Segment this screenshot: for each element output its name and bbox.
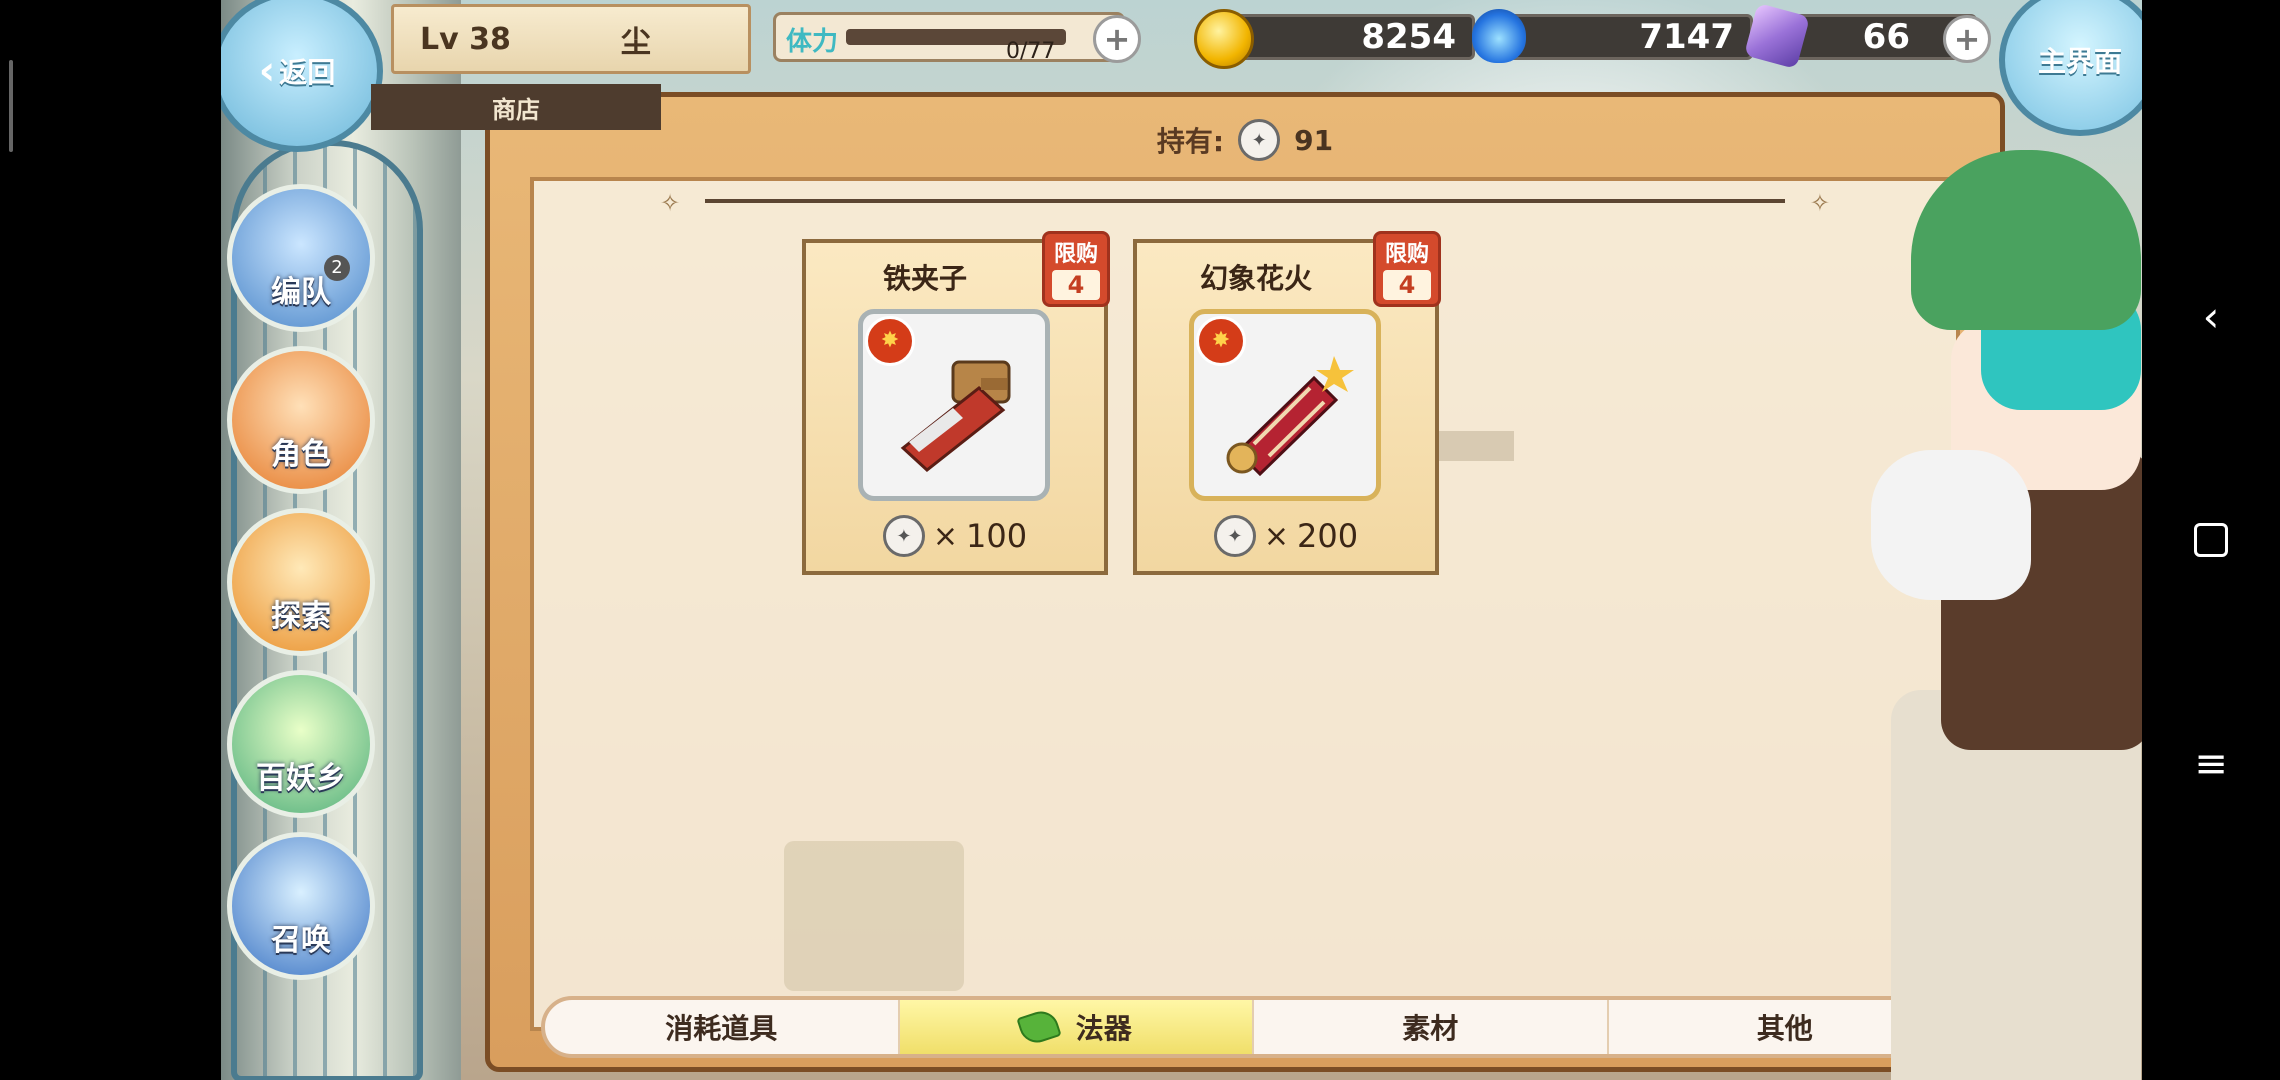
divider-ornament-right-icon: ✧ xyxy=(1809,189,1830,217)
game-screen: 持有: ✦ 91 ✧ ✧ 铁夹子 限购 4 ✸ ✦ × 100 幻象花火 限购 … xyxy=(221,0,2142,1080)
gold-currency: 8254 xyxy=(1194,9,1475,69)
shopkeeper-character xyxy=(1871,130,2142,1080)
tab-label: 其他 xyxy=(1756,1012,1813,1045)
explore-button[interactable]: 探索 xyxy=(227,508,375,656)
npc-bird xyxy=(1871,450,2031,600)
character-button[interactable]: 角色 xyxy=(227,346,375,494)
side-menu-label: 召唤 xyxy=(271,923,331,958)
item-price: ✦ × 100 xyxy=(806,515,1104,557)
system-back-button[interactable]: ‹ xyxy=(2142,276,2280,356)
limit-count: 4 xyxy=(1052,270,1100,300)
home-button[interactable]: 主界面 xyxy=(1999,0,2142,136)
iron-clip-icon xyxy=(900,360,1011,472)
crystal-value: 66 xyxy=(1862,17,1910,57)
soul-value: 7147 xyxy=(1639,17,1734,57)
shop-item-card-illusion-firework[interactable]: 幻象花火 限购 4 ✸ ✦ × 200 xyxy=(1133,231,1441,575)
shop-item-card-iron-clip[interactable]: 铁夹子 限购 4 ✸ ✦ × 100 xyxy=(802,231,1110,575)
gold-coin-icon xyxy=(1194,9,1254,69)
owned-currency: 持有: ✦ 91 xyxy=(490,117,2000,163)
village-button[interactable]: 百妖乡 xyxy=(227,670,375,818)
background-bucket xyxy=(784,841,964,991)
purchase-limit-badge: 限购 4 xyxy=(1042,231,1110,307)
crystal-icon xyxy=(1743,2,1811,70)
system-left-strip xyxy=(0,0,221,1080)
system-back-icon: ‹ xyxy=(2202,291,2220,341)
tab-label: 消耗道具 xyxy=(665,1012,778,1045)
side-menu-label: 百妖乡 xyxy=(256,761,346,796)
owned-value: 91 xyxy=(1294,123,1334,157)
stamina-value: 0/77 xyxy=(1006,39,1056,64)
item-name: 幻象花火 xyxy=(1199,262,1312,295)
side-menu-label: 角色 xyxy=(271,437,331,472)
shop-category-tabs: 消耗道具 法器 素材 其他 xyxy=(541,996,1965,1058)
plus-icon: + xyxy=(1953,20,1981,58)
tab-consumables[interactable]: 消耗道具 xyxy=(545,1000,900,1054)
limit-label: 限购 xyxy=(1053,242,1098,267)
purchase-limit-badge: 限购 4 xyxy=(1373,231,1441,307)
soul-currency: 7147 xyxy=(1472,9,1753,63)
item-icon-frame: ✸ xyxy=(858,309,1050,501)
back-label: 返回 xyxy=(279,56,336,89)
plus-icon: + xyxy=(1103,20,1131,58)
limit-count: 4 xyxy=(1383,270,1431,300)
shop-panel: 持有: ✦ 91 ✧ ✧ 铁夹子 限购 4 ✸ ✦ × 100 幻象花火 限购 … xyxy=(485,92,2005,1072)
tab-materials[interactable]: 素材 xyxy=(1254,1000,1609,1054)
add-crystal-button[interactable]: + xyxy=(1943,15,1991,63)
stamina-label: 体力 xyxy=(786,27,839,57)
price-multiplier: × xyxy=(932,518,959,554)
add-stamina-button[interactable]: + xyxy=(1093,15,1141,63)
price-multiplier: × xyxy=(1263,518,1290,554)
price-value: 200 xyxy=(1297,517,1359,555)
divider-ornament-left-icon: ✧ xyxy=(660,189,681,217)
scroll-indicator xyxy=(9,60,13,152)
blue-soul-icon xyxy=(1472,9,1526,63)
owned-label: 持有: xyxy=(1156,125,1225,158)
player-level-plate: Lv 38 尘 xyxy=(391,4,751,74)
item-price: ✦ × 200 xyxy=(1137,515,1435,557)
shop-token-icon: ✦ xyxy=(1213,515,1256,557)
gold-value: 8254 xyxy=(1361,17,1456,57)
shop-token-icon: ✦ xyxy=(882,515,925,557)
system-recents-button[interactable]: ≡ xyxy=(2142,724,2280,804)
title-divider xyxy=(705,199,1785,203)
tab-label: 法器 xyxy=(1075,1012,1132,1045)
page-title: 商店 xyxy=(371,84,661,130)
tab-label: 素材 xyxy=(1402,1012,1459,1045)
stamina-bar: 体力 0/77 xyxy=(773,12,1125,64)
item-name: 铁夹子 xyxy=(882,262,967,295)
player-name: 尘 xyxy=(620,25,651,60)
side-menu-label: 编队 xyxy=(271,275,331,310)
limit-label: 限购 xyxy=(1384,242,1429,267)
system-home-button[interactable] xyxy=(2142,500,2280,580)
firework-tube-icon xyxy=(1226,356,1354,477)
leaf-icon xyxy=(1016,1006,1062,1048)
system-recents-icon: ≡ xyxy=(2194,741,2228,787)
item-icon-frame: ✸ xyxy=(1189,309,1381,501)
shop-token-icon: ✦ xyxy=(1238,119,1281,161)
system-home-icon xyxy=(2194,523,2228,557)
summon-button[interactable]: 召唤 xyxy=(227,832,375,980)
tab-magic-tools[interactable]: 法器 xyxy=(899,1000,1254,1054)
npc-hat xyxy=(1911,150,2141,330)
price-value: 100 xyxy=(966,517,1028,555)
back-chevron-icon: ‹ xyxy=(258,48,276,94)
system-navigation-bar: ‹ ≡ xyxy=(2142,0,2280,1080)
team-button[interactable]: 2 编队 xyxy=(227,184,375,332)
side-menu-label: 探索 xyxy=(271,599,331,634)
player-level: Lv 38 xyxy=(420,21,511,57)
